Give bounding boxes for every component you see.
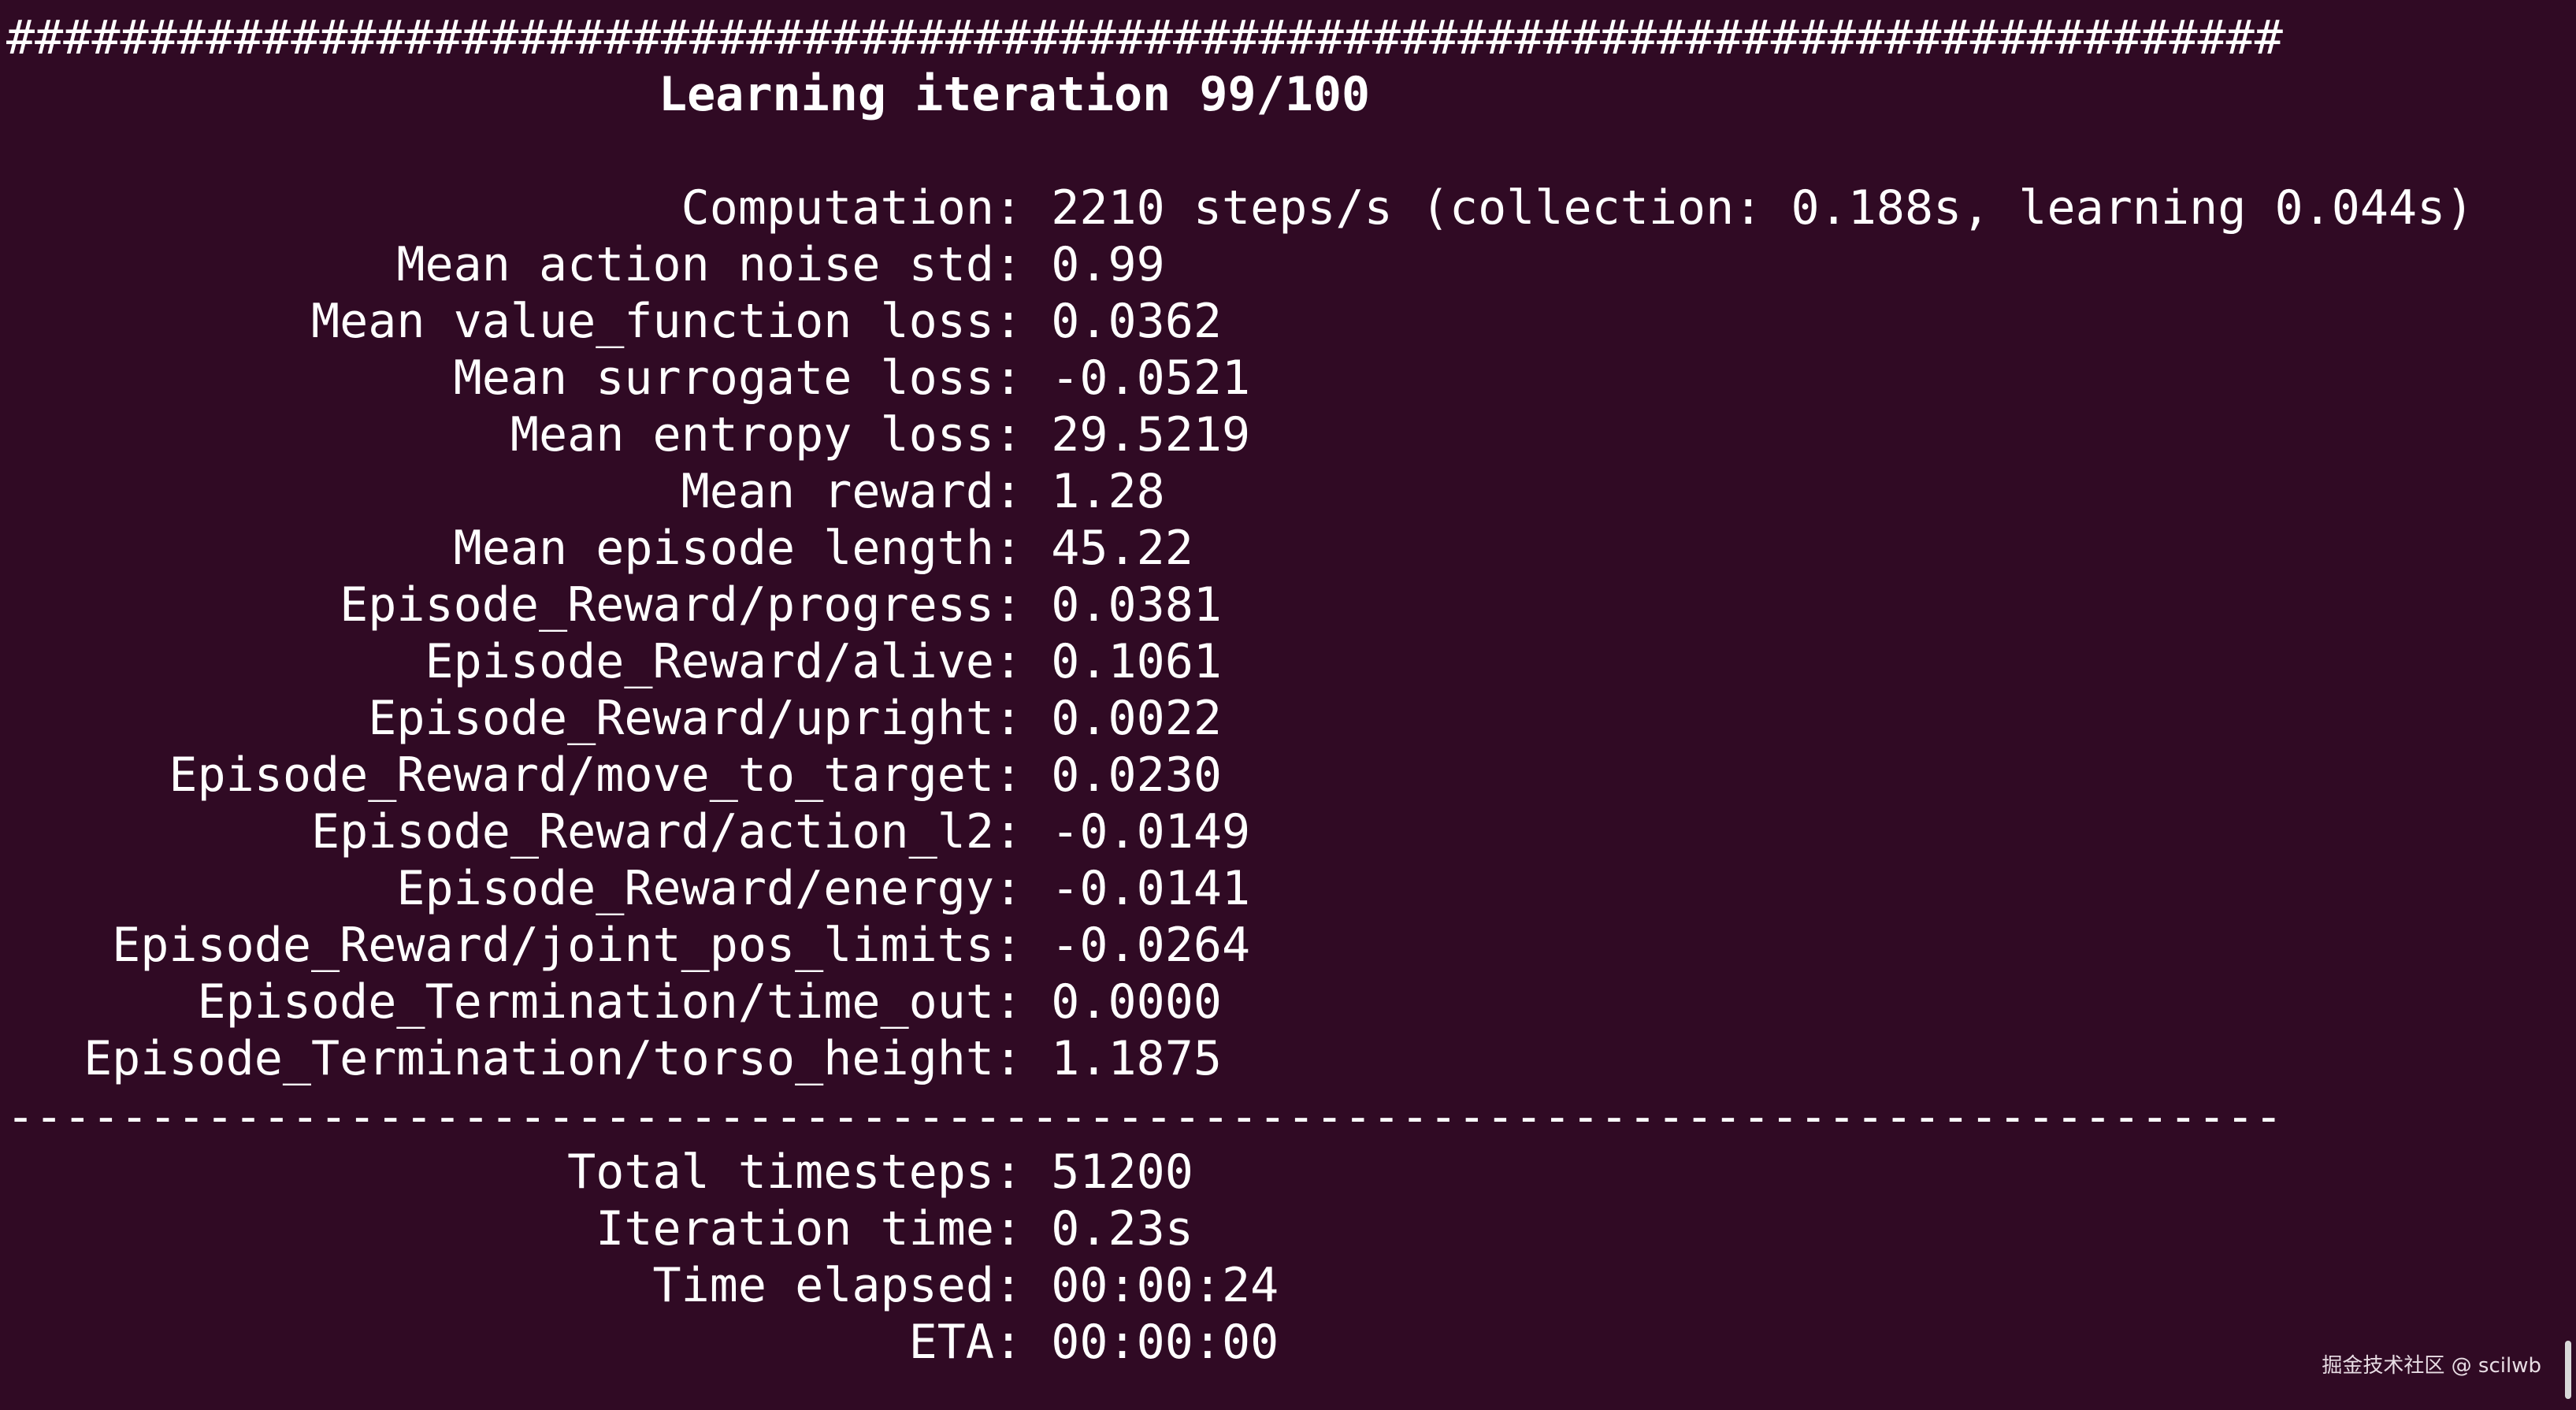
terminal-window[interactable]: ########################################… xyxy=(0,0,2576,1410)
metric-value: 0.23s xyxy=(1051,1201,1193,1256)
metric-separator: : xyxy=(994,918,1052,973)
dash-rule: ----------------------------------------… xyxy=(6,1093,2275,1141)
metric-separator: : xyxy=(994,634,1052,689)
metric-row: Mean action noise std: 0.99 xyxy=(6,236,1165,293)
metric-value: 0.1061 xyxy=(1051,634,1222,689)
metric-value: -0.0149 xyxy=(1051,804,1251,859)
metric-separator: : xyxy=(994,691,1052,746)
metric-value: 0.0022 xyxy=(1051,691,1222,746)
metric-row: Time elapsed: 00:00:24 xyxy=(6,1257,1279,1314)
metric-label: Episode_Reward/energy xyxy=(396,861,994,916)
metric-row: Episode_Reward/action_l2: -0.0149 xyxy=(6,803,1250,860)
metric-label: Total timesteps xyxy=(567,1145,994,1200)
metric-row: Episode_Reward/alive: 0.1061 xyxy=(6,633,1222,690)
metric-separator: : xyxy=(994,1315,1052,1370)
metric-value: 0.99 xyxy=(1051,237,1165,292)
metric-row: Episode_Reward/joint_pos_limits: -0.0264 xyxy=(6,917,1250,974)
metric-value: -0.0264 xyxy=(1051,918,1251,973)
metric-separator: : xyxy=(994,351,1052,406)
metric-label: Mean value_function loss xyxy=(311,294,994,349)
metric-row: Iteration time: 0.23s xyxy=(6,1200,1193,1257)
metric-label: Mean action noise std xyxy=(396,237,994,292)
metric-value: 0.0362 xyxy=(1051,294,1222,349)
metric-value: 0.0000 xyxy=(1051,974,1222,1030)
metric-row: ETA: 00:00:00 xyxy=(6,1314,1279,1371)
metric-label: Episode_Reward/joint_pos_limits xyxy=(112,918,994,973)
metric-label: Episode_Reward/alive xyxy=(425,634,994,689)
hash-rule: ########################################… xyxy=(6,10,2283,65)
metric-row: Mean surrogate loss: -0.0521 xyxy=(6,350,1250,406)
metric-row: Mean reward: 1.28 xyxy=(6,463,1165,520)
metric-separator: : xyxy=(994,577,1052,633)
metric-value: 29.5219 xyxy=(1051,407,1251,462)
watermark: 掘金技术社区 @ scilwb xyxy=(2322,1354,2541,1378)
metric-value: 0.0381 xyxy=(1051,577,1222,633)
metric-label: Episode_Termination/time_out xyxy=(197,974,994,1030)
metric-row: Episode_Reward/progress: 0.0381 xyxy=(6,577,1222,633)
metric-value: 1.28 xyxy=(1051,464,1165,519)
metric-label: Iteration time xyxy=(596,1201,994,1256)
metric-row: Total timesteps: 51200 xyxy=(6,1144,1193,1200)
metric-value: -0.0521 xyxy=(1051,351,1251,406)
metric-value: 0.0230 xyxy=(1051,748,1222,803)
metric-separator: : xyxy=(994,1031,1052,1086)
metric-label: Time elapsed xyxy=(652,1258,994,1313)
metric-separator: : xyxy=(994,974,1052,1030)
metric-label: Mean episode length xyxy=(453,521,994,576)
metric-separator: : xyxy=(994,861,1052,916)
metric-row: Episode_Reward/energy: -0.0141 xyxy=(6,860,1250,917)
iteration-title: Learning iteration 99/100 xyxy=(659,67,1371,122)
metric-row: Mean episode length: 45.22 xyxy=(6,520,1193,577)
metric-label: Episode_Reward/upright xyxy=(368,691,994,746)
metric-separator: : xyxy=(994,1201,1052,1256)
metric-row: Mean value_function loss: 0.0362 xyxy=(6,293,1222,350)
metric-label: Episode_Termination/torso_height xyxy=(84,1031,994,1086)
metric-separator: : xyxy=(994,748,1052,803)
metric-row: Episode_Reward/move_to_target: 0.0230 xyxy=(6,747,1222,803)
metric-label: Mean reward xyxy=(681,464,994,519)
metric-separator: : xyxy=(994,464,1052,519)
metric-label: Computation xyxy=(681,180,994,236)
metric-separator: : xyxy=(994,407,1052,462)
metric-separator: : xyxy=(994,804,1052,859)
metric-value: 45.22 xyxy=(1051,521,1193,576)
metric-value: 51200 xyxy=(1051,1145,1193,1200)
metric-label: ETA xyxy=(908,1315,994,1370)
metric-label: Episode_Reward/progress xyxy=(340,577,994,633)
metric-row: Mean entropy loss: 29.5219 xyxy=(6,406,1250,463)
scrollbar-thumb[interactable] xyxy=(2565,1341,2571,1399)
metric-label: Episode_Reward/move_to_target xyxy=(169,748,994,803)
metric-value: 1.1875 xyxy=(1051,1031,1222,1086)
metric-separator: : xyxy=(994,1145,1052,1200)
metric-separator: : xyxy=(994,1258,1052,1313)
metric-separator: : xyxy=(994,521,1052,576)
metric-value: -0.0141 xyxy=(1051,861,1251,916)
metric-row: Episode_Termination/torso_height: 1.1875 xyxy=(6,1030,1222,1087)
metric-value: 2210 steps/s (collection: 0.188s, learni… xyxy=(1051,180,2474,236)
metric-label: Mean entropy loss xyxy=(510,407,994,462)
metric-separator: : xyxy=(994,237,1052,292)
metric-separator: : xyxy=(994,180,1052,236)
metric-label: Mean surrogate loss xyxy=(453,351,994,406)
metric-label: Episode_Reward/action_l2 xyxy=(311,804,994,859)
metric-row: Episode_Reward/upright: 0.0022 xyxy=(6,690,1222,747)
metric-row: Computation: 2210 steps/s (collection: 0… xyxy=(6,180,2474,236)
metric-row: Episode_Termination/time_out: 0.0000 xyxy=(6,974,1222,1030)
metric-value: 00:00:24 xyxy=(1051,1258,1279,1313)
metric-value: 00:00:00 xyxy=(1051,1315,1279,1370)
metric-separator: : xyxy=(994,294,1052,349)
